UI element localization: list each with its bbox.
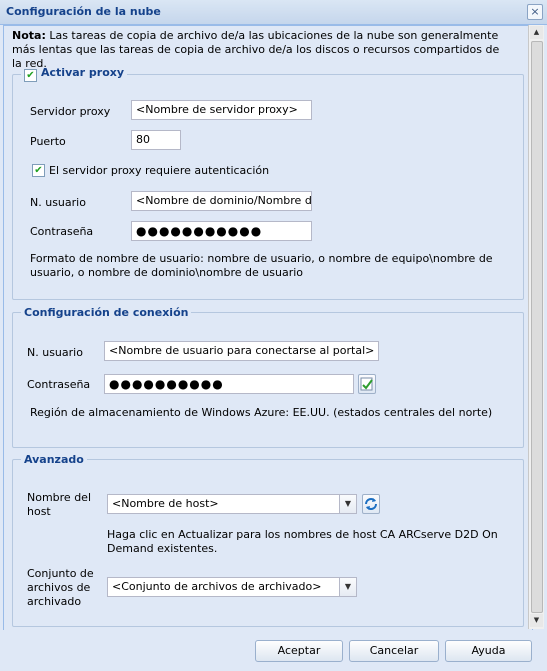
check-icon: ✔ (34, 165, 43, 176)
proxy-format-hint: Formato de nombre de usuario: nombre de … (30, 252, 493, 279)
proxy-enable-checkbox[interactable]: ✔ (24, 69, 37, 82)
advanced-legend: Avanzado (24, 453, 84, 466)
proxy-user-label: N. usuario (30, 196, 86, 209)
scroll-up-icon[interactable]: ▲ (530, 26, 543, 39)
connection-user-label: N. usuario (27, 346, 83, 359)
connection-user-input[interactable]: <Nombre de usuario para conectarse al po… (104, 341, 379, 361)
host-name-hint: Haga clic en Actualizar para los nombres… (107, 528, 498, 555)
check-icon: ✔ (26, 70, 35, 81)
close-icon: × (530, 5, 540, 18)
dialog-content: Nota: Las tareas de copia de archivo de/… (3, 25, 533, 631)
connection-password-label: Contraseña (27, 378, 91, 391)
scrollbar-thumb[interactable] (531, 41, 543, 613)
test-connection-button[interactable] (358, 374, 376, 394)
proxy-auth-label: El servidor proxy requiere autenticación (49, 164, 270, 177)
proxy-user-input[interactable]: <Nombre de dominio/Nombre de usuario> (131, 191, 312, 211)
cancel-button[interactable]: Cancelar (349, 640, 439, 662)
close-button[interactable]: × (527, 4, 543, 20)
connection-password-input[interactable]: ●●●●●●●●●● (104, 374, 354, 394)
proxy-legend[interactable]: ✔ Activar proxy (21, 66, 127, 82)
proxy-password-input[interactable]: ●●●●●●●●●●● (131, 221, 312, 241)
archive-set-select[interactable]: <Conjunto de archivos de archivado> ▼ (107, 577, 357, 597)
accept-button[interactable]: Aceptar (255, 640, 343, 662)
refresh-icon (365, 498, 377, 510)
scroll-down-icon[interactable]: ▼ (530, 614, 543, 627)
chevron-down-icon[interactable]: ▼ (339, 495, 356, 513)
vertical-scrollbar[interactable]: ▲ ▼ (528, 25, 544, 629)
proxy-server-input[interactable]: <Nombre de servidor proxy> (131, 100, 312, 120)
proxy-port-input[interactable]: 80 (131, 130, 181, 150)
host-name-select[interactable]: <Nombre de host> ▼ (107, 494, 357, 514)
help-button[interactable]: Ayuda (445, 640, 532, 662)
note-body: Las tareas de copia de archivo de/a las … (12, 29, 500, 70)
proxy-server-label: Servidor proxy (30, 105, 111, 118)
note-text: Nota: Las tareas de copia de archivo de/… (12, 29, 512, 71)
archive-set-label: Conjunto de archivos de archivado (27, 567, 94, 608)
window-title: Configuración de la nube (6, 5, 161, 18)
connection-legend: Configuración de conexión (24, 306, 189, 319)
proxy-auth-checkbox[interactable]: ✔ (32, 164, 45, 177)
connection-region-text: Región de almacenamiento de Windows Azur… (30, 406, 493, 419)
title-bar: Configuración de la nube × (0, 0, 547, 25)
proxy-port-label: Puerto (30, 135, 66, 148)
note-label: Nota: (12, 29, 46, 42)
host-name-value: <Nombre de host> (112, 497, 219, 510)
refresh-hosts-button[interactable] (362, 494, 380, 514)
proxy-password-label: Contraseña (30, 225, 94, 238)
button-bar: Aceptar Cancelar Ayuda (0, 630, 547, 671)
chevron-down-icon[interactable]: ▼ (339, 578, 356, 596)
test-connection-icon (360, 377, 373, 391)
host-name-label: Nombre del host (27, 491, 92, 518)
proxy-legend-label: Activar proxy (41, 66, 125, 79)
archive-set-value: <Conjunto de archivos de archivado> (112, 580, 322, 593)
